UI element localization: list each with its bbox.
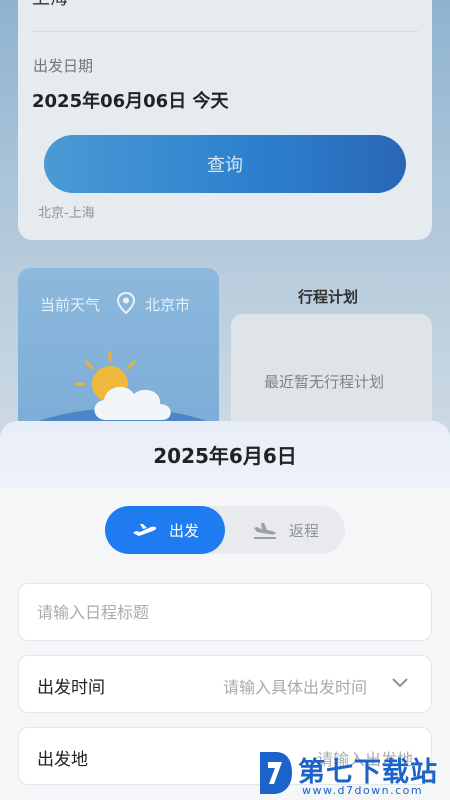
plan-empty-text: 最近暂无行程计划 — [264, 373, 385, 391]
schedule-title-input[interactable] — [37, 584, 407, 640]
chevron-down-icon — [392, 678, 408, 688]
sheet-title: 2025年6月6日 — [153, 443, 297, 468]
plane-landing-icon — [253, 523, 276, 539]
date-value[interactable]: 2025年06月06日 今天 — [32, 87, 228, 113]
route-hint: 北京-上海 — [38, 206, 95, 221]
weather-title: 当前天气 — [40, 296, 101, 314]
sheet-header: 2025年6月6日 — [0, 421, 450, 487]
destination-text: 上海 — [32, 0, 68, 10]
chevron-right-icon: › — [405, 0, 412, 5]
schedule-title-field — [18, 583, 432, 641]
depart-time-placeholder: 请输入具体出发时间 — [222, 678, 367, 697]
destination-row[interactable]: 上海 › — [32, 0, 418, 32]
plan-title: 行程计划 — [298, 288, 359, 306]
date-label: 出发日期 — [33, 57, 94, 75]
schedule-bottom-sheet: 2025年6月6日 出发 返程 出发时间 请输入具体出发时间 出发 — [0, 421, 450, 800]
d7down-logo-icon — [260, 752, 292, 794]
plane-takeoff-icon — [132, 524, 157, 536]
direction-toggle: 出发 返程 — [105, 506, 345, 554]
depart-toggle-label: 出发 — [168, 521, 199, 540]
query-button[interactable]: 查询 — [44, 135, 406, 193]
watermark-url: www.d7down.com — [302, 784, 424, 797]
return-toggle-button[interactable]: 返程 — [225, 506, 345, 554]
weather-city: 北京市 — [145, 296, 191, 314]
depart-time-label: 出发时间 — [37, 678, 105, 698]
depart-toggle-button[interactable]: 出发 — [105, 506, 225, 554]
location-pin-icon — [116, 292, 136, 314]
depart-place-label: 出发地 — [37, 750, 88, 770]
partly-cloudy-icon — [74, 350, 171, 420]
return-toggle-label: 返程 — [288, 521, 319, 540]
site-watermark: 第七下载站 www.d7down.com — [256, 748, 450, 800]
depart-time-field[interactable]: 出发时间 请输入具体出发时间 — [18, 655, 432, 713]
